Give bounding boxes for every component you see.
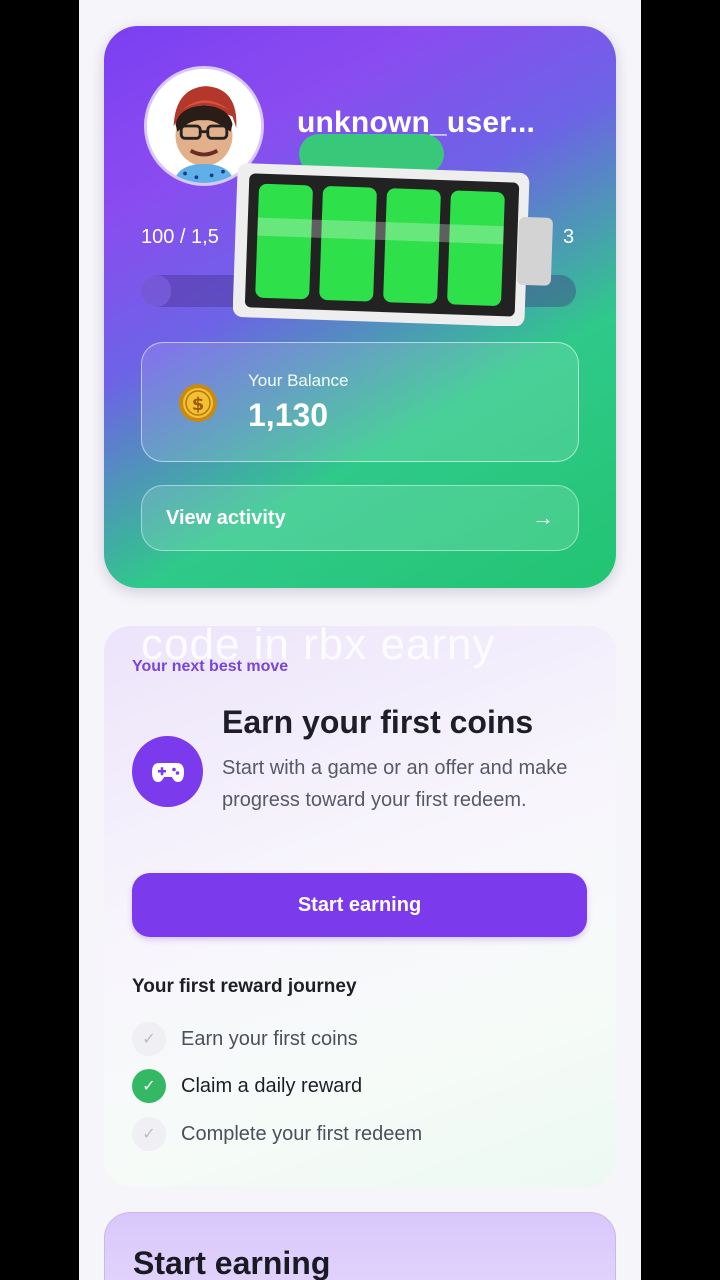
- xp-progress-fill: [141, 275, 172, 307]
- checkmark-icon: ✓: [132, 1069, 166, 1103]
- next-move-title: Earn your first coins: [222, 704, 534, 740]
- journey-item-label: Claim a daily reward: [181, 1074, 363, 1097]
- app-screen: unknown_user... 100 / 1,5 3 $ Your Balan…: [79, 0, 641, 1280]
- start-earning-button[interactable]: Start earning: [132, 873, 587, 937]
- journey-item-label: Complete your first redeem: [181, 1122, 423, 1145]
- gamepad-icon: [132, 736, 203, 807]
- arrow-right-icon: →: [532, 505, 554, 530]
- balance-value: 1,130: [248, 397, 329, 433]
- full-battery-icon: [233, 163, 553, 326]
- journey-item: ✓ Earn your first coins: [132, 1022, 358, 1056]
- profile-card: unknown_user... 100 / 1,5 3 $ Your Balan…: [104, 26, 616, 588]
- xp-progress-text: 100 / 1,5: [141, 226, 219, 248]
- journey-item: ✓ Complete your first redeem: [132, 1117, 422, 1151]
- svg-text:$: $: [192, 394, 205, 415]
- xp-next-level: 3: [563, 226, 575, 248]
- next-move-description: Start with a game or an offer and make p…: [222, 757, 568, 811]
- coin-icon: $: [179, 384, 217, 422]
- journey-item-label: Earn your first coins: [181, 1027, 358, 1050]
- next-move-card: code in rbx earny Your next best move Ea…: [104, 620, 616, 1186]
- start-earning-section: Start earning: [104, 1212, 616, 1280]
- checkmark-icon: ✓: [132, 1117, 166, 1151]
- balance-label: Your Balance: [248, 371, 349, 390]
- journey-item: ✓ Claim a daily reward: [132, 1069, 362, 1103]
- journey-title: Your first reward journey: [132, 976, 357, 997]
- view-activity-label: View activity: [166, 506, 286, 529]
- view-activity-button[interactable]: View activity →: [141, 485, 579, 551]
- balance-box: $ Your Balance 1,130: [141, 342, 579, 462]
- checkmark-icon: ✓: [132, 1022, 166, 1056]
- section-title: Start earning: [133, 1245, 331, 1280]
- next-move-eyebrow: Your next best move: [132, 658, 289, 675]
